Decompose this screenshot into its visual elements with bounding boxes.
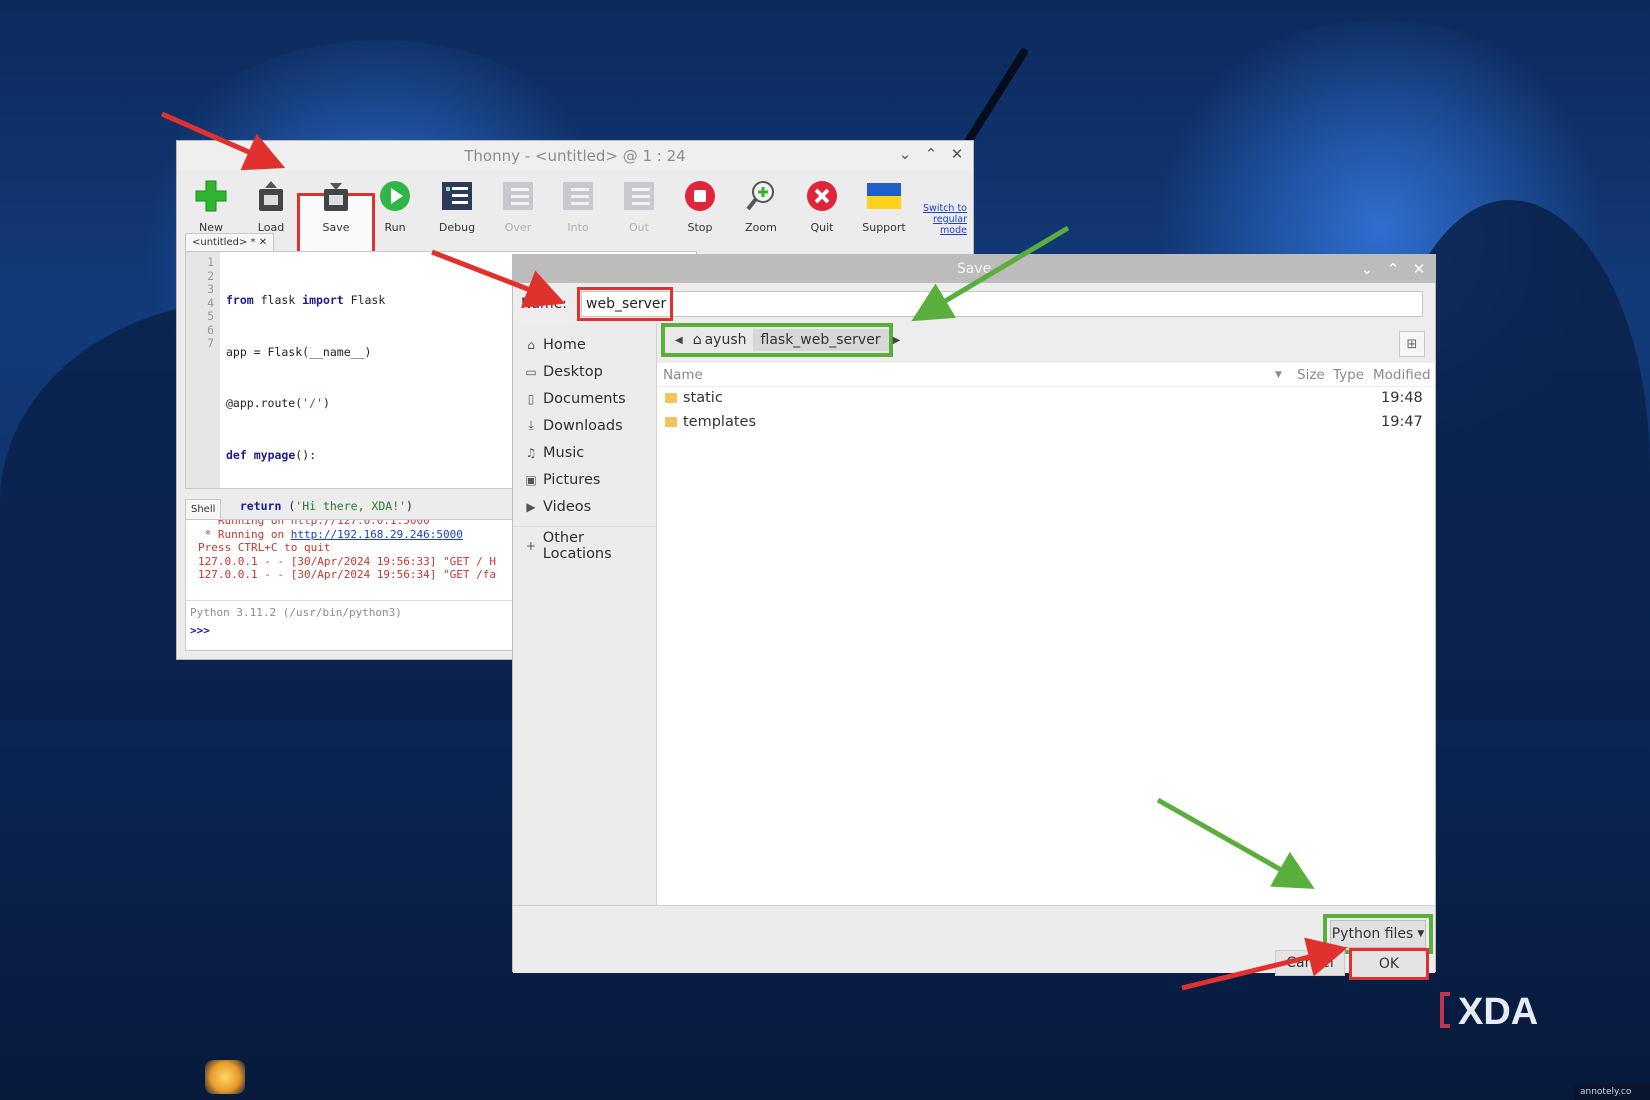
- svg-text:XDA: XDA: [1458, 991, 1538, 1032]
- ok-button[interactable]: OK: [1349, 948, 1429, 980]
- server-url-link[interactable]: http://192.168.29.246:5000: [291, 528, 463, 541]
- place-other-locations[interactable]: + Other Locations: [513, 526, 656, 562]
- place-pictures[interactable]: ▣ Pictures: [513, 466, 656, 493]
- path-crumb-home[interactable]: ⌂ ayush: [687, 332, 753, 348]
- dialog-bottom-bar: Python files ▼ Cancel OK: [513, 905, 1435, 980]
- debug-icon: [438, 177, 476, 215]
- name-label: Name:: [521, 296, 568, 312]
- zoom-icon: [742, 177, 780, 215]
- downloads-icon: ⤓: [528, 418, 534, 432]
- annotely-watermark: annotely.co: [1574, 1084, 1650, 1100]
- path-forward-icon[interactable]: ▶: [889, 335, 905, 346]
- run-button[interactable]: Run: [367, 175, 423, 247]
- line-number-gutter: 1 2 3 4 5 6 7: [186, 252, 220, 488]
- step-over-button[interactable]: Over: [490, 175, 546, 247]
- code-line: return ('Hi there, XDA!'): [239, 499, 413, 513]
- new-plus-icon: [192, 177, 230, 215]
- new-folder-icon[interactable]: ⊞: [1399, 331, 1425, 357]
- editor-tab-untitled[interactable]: <untitled> * ✕: [185, 233, 275, 251]
- column-size[interactable]: Size: [1297, 367, 1325, 383]
- close-icon[interactable]: ✕: [1411, 260, 1427, 278]
- cancel-button[interactable]: Cancel: [1275, 950, 1345, 976]
- thonny-toolbar: New Load Save Run Debug Over Into Out St…: [177, 171, 973, 265]
- switch-mode-link[interactable]: Switch to regular mode: [915, 203, 967, 236]
- dialog-title: Save: [956, 261, 992, 277]
- folder-icon: [665, 393, 677, 403]
- step-out-icon: [620, 177, 658, 215]
- filename-highlight-box: [577, 287, 673, 321]
- column-modified[interactable]: Modified: [1373, 367, 1431, 383]
- support-button[interactable]: Support: [856, 175, 912, 247]
- videos-icon: ▶: [526, 499, 536, 514]
- shell-tab[interactable]: Shell: [185, 499, 222, 519]
- place-videos[interactable]: ▶ Videos: [513, 493, 656, 520]
- step-out-button[interactable]: Out: [611, 175, 667, 247]
- code-line: from flask import Flask: [226, 293, 386, 307]
- column-type[interactable]: Type: [1333, 367, 1364, 383]
- path-crumb-current[interactable]: flask_web_server: [752, 329, 889, 351]
- code-line: app = Flask(__name__): [226, 344, 372, 359]
- code-line: def mypage():: [226, 447, 317, 462]
- pictures-icon: ▣: [525, 472, 537, 487]
- place-documents[interactable]: ▯ Documents: [513, 385, 656, 412]
- load-icon: [252, 177, 290, 215]
- path-bar: ◀ ⌂ ayush flask_web_server ▶: [661, 323, 900, 357]
- quit-button[interactable]: Quit: [794, 175, 850, 247]
- minimize-icon[interactable]: ⌄: [897, 145, 913, 163]
- file-row-static[interactable]: static 19:48: [657, 387, 1435, 411]
- code-line: @app.route('/'): [226, 396, 330, 410]
- place-desktop[interactable]: ▭ Desktop: [513, 358, 656, 385]
- path-back-icon[interactable]: ◀: [671, 335, 687, 346]
- thonny-title: Thonny - <untitled> @ 1 : 24: [464, 147, 686, 165]
- file-list: Name ▼ Size Type Modified static 19:48 t…: [657, 363, 1435, 905]
- save-icon: [317, 177, 355, 215]
- filename-input[interactable]: web_server: [581, 291, 1423, 317]
- debug-button[interactable]: Debug: [429, 175, 485, 247]
- place-home[interactable]: ⌂ Home: [513, 331, 656, 358]
- zoom-button[interactable]: Zoom: [733, 175, 789, 247]
- plus-icon: +: [525, 539, 536, 553]
- step-over-icon: [499, 177, 537, 215]
- sort-chevron-icon: ▼: [1275, 369, 1282, 380]
- documents-icon: ▯: [527, 391, 535, 406]
- stop-icon: [681, 177, 719, 215]
- place-music[interactable]: ♫ Music: [513, 439, 656, 466]
- ukraine-flag-icon: [865, 177, 903, 215]
- home-icon: ⌂: [692, 332, 702, 348]
- quit-icon: [803, 177, 841, 215]
- xda-logo: XDA: [1436, 988, 1586, 1033]
- dropdown-arrow-icon: ▼: [1417, 929, 1425, 939]
- step-into-button[interactable]: Into: [550, 175, 606, 247]
- place-downloads[interactable]: ⤓ Downloads: [513, 412, 656, 439]
- file-type-filter[interactable]: Python files ▼: [1330, 920, 1426, 948]
- dialog-titlebar: Save ⌄ ⌃ ✕: [513, 255, 1435, 283]
- run-play-icon: [376, 177, 414, 215]
- column-name[interactable]: Name: [663, 367, 703, 383]
- lantern-light: [205, 1060, 245, 1094]
- home-icon: ⌂: [527, 337, 535, 352]
- python-version: Python 3.11.2 (/usr/bin/python3): [190, 606, 402, 619]
- close-icon[interactable]: ✕: [949, 145, 965, 163]
- thonny-titlebar: Thonny - <untitled> @ 1 : 24 ⌄ ⌃ ✕: [177, 141, 973, 171]
- places-sidebar: ⌂ Home ▭ Desktop ▯ Documents ⤓ Downloads ♫ Mu…: [513, 323, 657, 905]
- save-dialog: Save ⌄ ⌃ ✕ Name: web_server ⌂ Home ▭ Deskt…: [512, 254, 1436, 980]
- maximize-icon[interactable]: ⌃: [923, 145, 939, 163]
- name-row: Name:: [521, 291, 571, 317]
- shell-prompt[interactable]: >>>: [190, 624, 210, 637]
- music-icon: ♫: [525, 445, 537, 460]
- maximize-icon[interactable]: ⌃: [1385, 260, 1401, 278]
- stop-button[interactable]: Stop: [672, 175, 728, 247]
- folder-icon: [665, 417, 677, 427]
- file-list-header: Name ▼ Size Type Modified: [657, 363, 1435, 387]
- file-row-templates[interactable]: templates 19:47: [657, 411, 1435, 435]
- step-into-icon: [559, 177, 597, 215]
- save-button[interactable]: Save: [308, 175, 364, 247]
- desktop-folder-icon: ▭: [525, 364, 537, 379]
- minimize-icon[interactable]: ⌄: [1359, 260, 1375, 278]
